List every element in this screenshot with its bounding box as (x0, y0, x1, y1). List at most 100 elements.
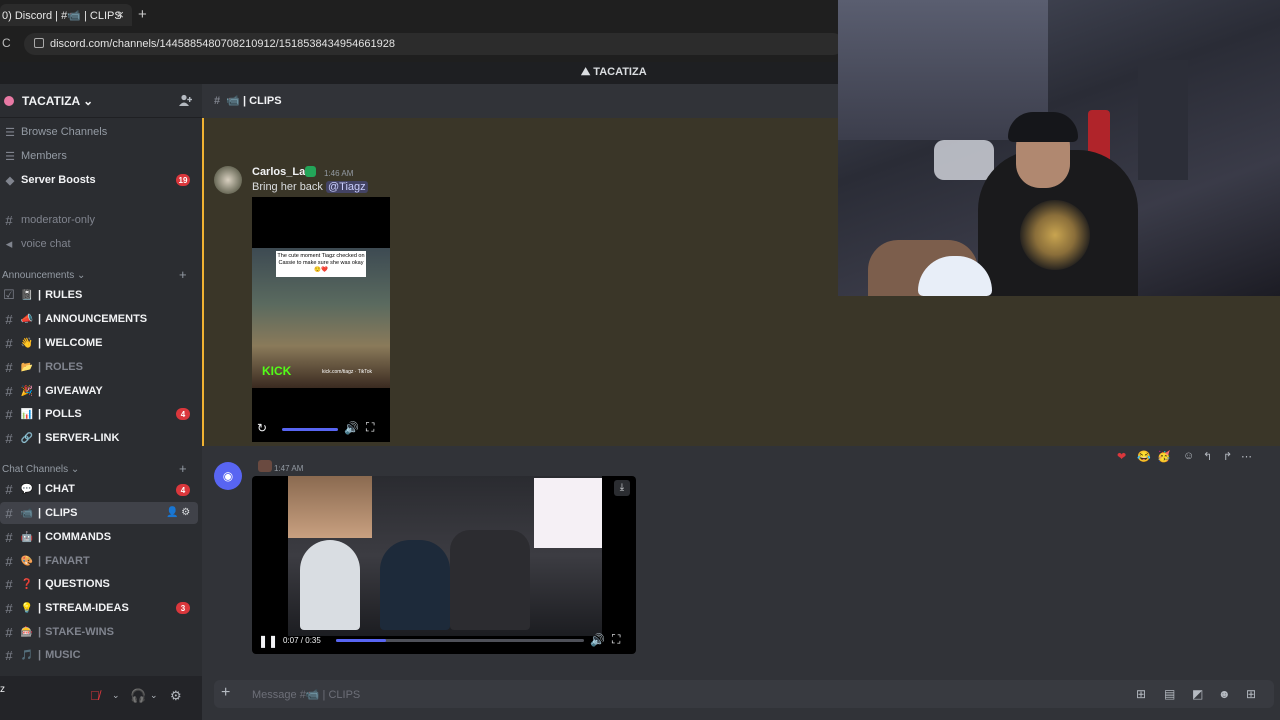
category-announcements[interactable]: Announcements ⌄ (2, 270, 85, 281)
channel-rules[interactable]: ☑ 📓 | RULES (0, 284, 198, 306)
forward-icon[interactable]: ↱ (1223, 450, 1232, 463)
chevron-down-icon[interactable]: ⌄ (150, 690, 158, 701)
channel-roles[interactable]: # 📂 | ROLES (0, 356, 198, 378)
headphones-icon[interactable]: 🎧 (130, 688, 146, 704)
user-mention[interactable]: @Tiagz (326, 181, 368, 193)
channel-fanart[interactable]: # 🎨 | FANART (0, 550, 198, 572)
gift-icon[interactable]: ⊞ (1136, 687, 1146, 701)
fullscreen-icon[interactable]: ⛶ (612, 632, 620, 647)
apps-icon[interactable]: ⊞ (1246, 687, 1256, 701)
discord-avatar-icon[interactable]: ◉ (214, 462, 242, 490)
polls-badge: 4 (176, 408, 190, 420)
attach-plus-icon[interactable]: + (221, 684, 230, 702)
server-boosts-item[interactable]: ◆ Server Boosts (3, 170, 96, 190)
hash-icon: # (5, 212, 13, 228)
channel-polls[interactable]: # 📊 | POLLS (0, 403, 198, 425)
replay-icon[interactable]: ↻ (257, 421, 267, 435)
author-avatar-small[interactable] (258, 460, 272, 472)
reply-icon[interactable]: ↰ (1203, 450, 1212, 463)
boosts-badge: 19 (176, 174, 190, 186)
channel-questions[interactable]: # ❓ | QUESTIONS (0, 573, 198, 595)
webcam-cap (1008, 112, 1078, 142)
site-info-icon[interactable] (34, 38, 44, 48)
channel-welcome[interactable]: # 👋 | WELCOME (0, 332, 198, 354)
hash-icon: # (5, 335, 13, 351)
emoji-icon[interactable]: ☻ (1218, 687, 1231, 701)
party-reaction-icon[interactable]: 🥳 (1157, 450, 1171, 463)
webcam-overlay (838, 0, 1280, 296)
person-dark-shirt (380, 540, 450, 630)
reload-icon[interactable]: C (2, 36, 11, 50)
tab-close-icon[interactable]: × (116, 7, 124, 22)
invite-people-icon[interactable] (179, 94, 192, 106)
channel-giveaway[interactable]: # 🎉 | GIVEAWAY (0, 380, 198, 402)
message-input[interactable]: Message #📹 | CLIPS (252, 688, 360, 701)
chevron-down-icon[interactable]: ⌄ (112, 690, 120, 701)
url-text: discord.com/channels/1445885480708210912… (50, 38, 395, 50)
sticker-icon[interactable]: ◩ (1192, 687, 1203, 701)
hash-icon: # (5, 311, 13, 327)
video-caption: The cute moment Tiagz checked on Cassie … (276, 251, 366, 277)
invite-icon[interactable]: 👤 (166, 507, 178, 518)
title-bar-server-name: ⛰ TACATIZA (581, 66, 647, 78)
channel-announcements[interactable]: # 📣 | ANNOUNCEMENTS (0, 308, 198, 330)
message-timestamp: 1:47 AM (274, 464, 304, 473)
verified-badge-icon (305, 166, 316, 177)
create-channel-icon[interactable]: + (179, 267, 187, 282)
channel-moderator-only[interactable]: # moderator-only (0, 209, 198, 231)
channel-stream-ideas[interactable]: # 💡 | STREAM-IDEAS (0, 597, 198, 619)
kick-logo: KICK (262, 364, 292, 378)
new-tab-icon[interactable]: + (138, 6, 147, 23)
hash-icon: # (5, 430, 13, 446)
message-actions: ❤ 😂 🥳 ☺ ↰ ↱ ⋯ (1115, 450, 1265, 466)
message-composer[interactable] (214, 680, 1274, 708)
address-bar[interactable]: discord.com/channels/1445885480708210912… (24, 33, 844, 55)
channel-title: # 📹 | CLIPS (214, 95, 282, 107)
hash-icon: # (5, 383, 13, 399)
hash-icon: # (5, 505, 13, 521)
pause-icon[interactable]: ❚❚ (258, 634, 278, 648)
user-settings-gear-icon[interactable]: ⚙ (170, 688, 182, 704)
channel-commands[interactable]: # 🤖 | COMMANDS (0, 526, 198, 548)
grid-icon: ☰ (5, 126, 15, 139)
fullscreen-icon[interactable]: ⛶ (366, 420, 374, 435)
speaker-icon: ◂ (5, 236, 13, 251)
volume-icon[interactable]: 🔊 (590, 633, 605, 647)
channel-server-link[interactable]: # 🔗 | SERVER-LINK (0, 427, 198, 449)
hash-icon: # (5, 359, 13, 375)
mute-mic-icon[interactable]: 🎙̸ (90, 688, 100, 703)
channel-music[interactable]: # 🎵 | MUSIC (0, 644, 198, 666)
category-chat-channels[interactable]: Chat Channels ⌄ (2, 464, 79, 475)
channel-chat[interactable]: # 💬 | CHAT (0, 478, 198, 500)
stream-ideas-badge: 3 (176, 602, 190, 614)
user-name[interactable]: z (0, 684, 5, 695)
browser-tab[interactable]: 0) Discord | #📹 | CLIPS × (0, 4, 132, 26)
hash-icon: # (5, 576, 13, 592)
hash-icon: # (5, 624, 13, 640)
volume-icon[interactable]: 🔊 (344, 421, 359, 435)
car-seat (450, 530, 530, 630)
browse-channels-item[interactable]: ☰ Browse Channels (3, 122, 107, 142)
laugh-reaction-icon[interactable]: 😂 (1137, 450, 1151, 463)
checkbox-icon: ☑ (3, 287, 15, 302)
members-icon: ☰ (5, 150, 15, 163)
channel-voice-chat[interactable]: ◂ voice chat (0, 233, 198, 255)
hash-icon: # (5, 481, 13, 497)
avatar[interactable] (214, 166, 242, 194)
channel-stake-wins[interactable]: # 🎰 | STAKE-WINS (0, 621, 198, 643)
tab-title: 0) Discord | #📹 | CLIPS (2, 9, 122, 22)
facecam-overlay (288, 476, 372, 538)
more-options-icon[interactable]: ⋯ (1241, 450, 1252, 463)
stream-chat-overlay (534, 478, 602, 548)
members-item[interactable]: ☰ Members (3, 146, 67, 166)
settings-gear-icon[interactable]: ⚙ (181, 507, 190, 518)
add-reaction-icon[interactable]: ☺ (1183, 450, 1194, 462)
create-channel-icon[interactable]: + (179, 461, 187, 476)
message-author[interactable]: Carlos_La (252, 166, 305, 178)
video-time: 0:07 / 0:35 (283, 636, 321, 645)
volume-slider[interactable] (282, 428, 338, 431)
heart-reaction-icon[interactable]: ❤ (1117, 450, 1126, 463)
server-name[interactable]: TACATIZA ⌄ (22, 94, 93, 108)
download-icon[interactable]: ⤓ (614, 480, 630, 496)
gif-icon[interactable]: ▤ (1164, 687, 1175, 701)
